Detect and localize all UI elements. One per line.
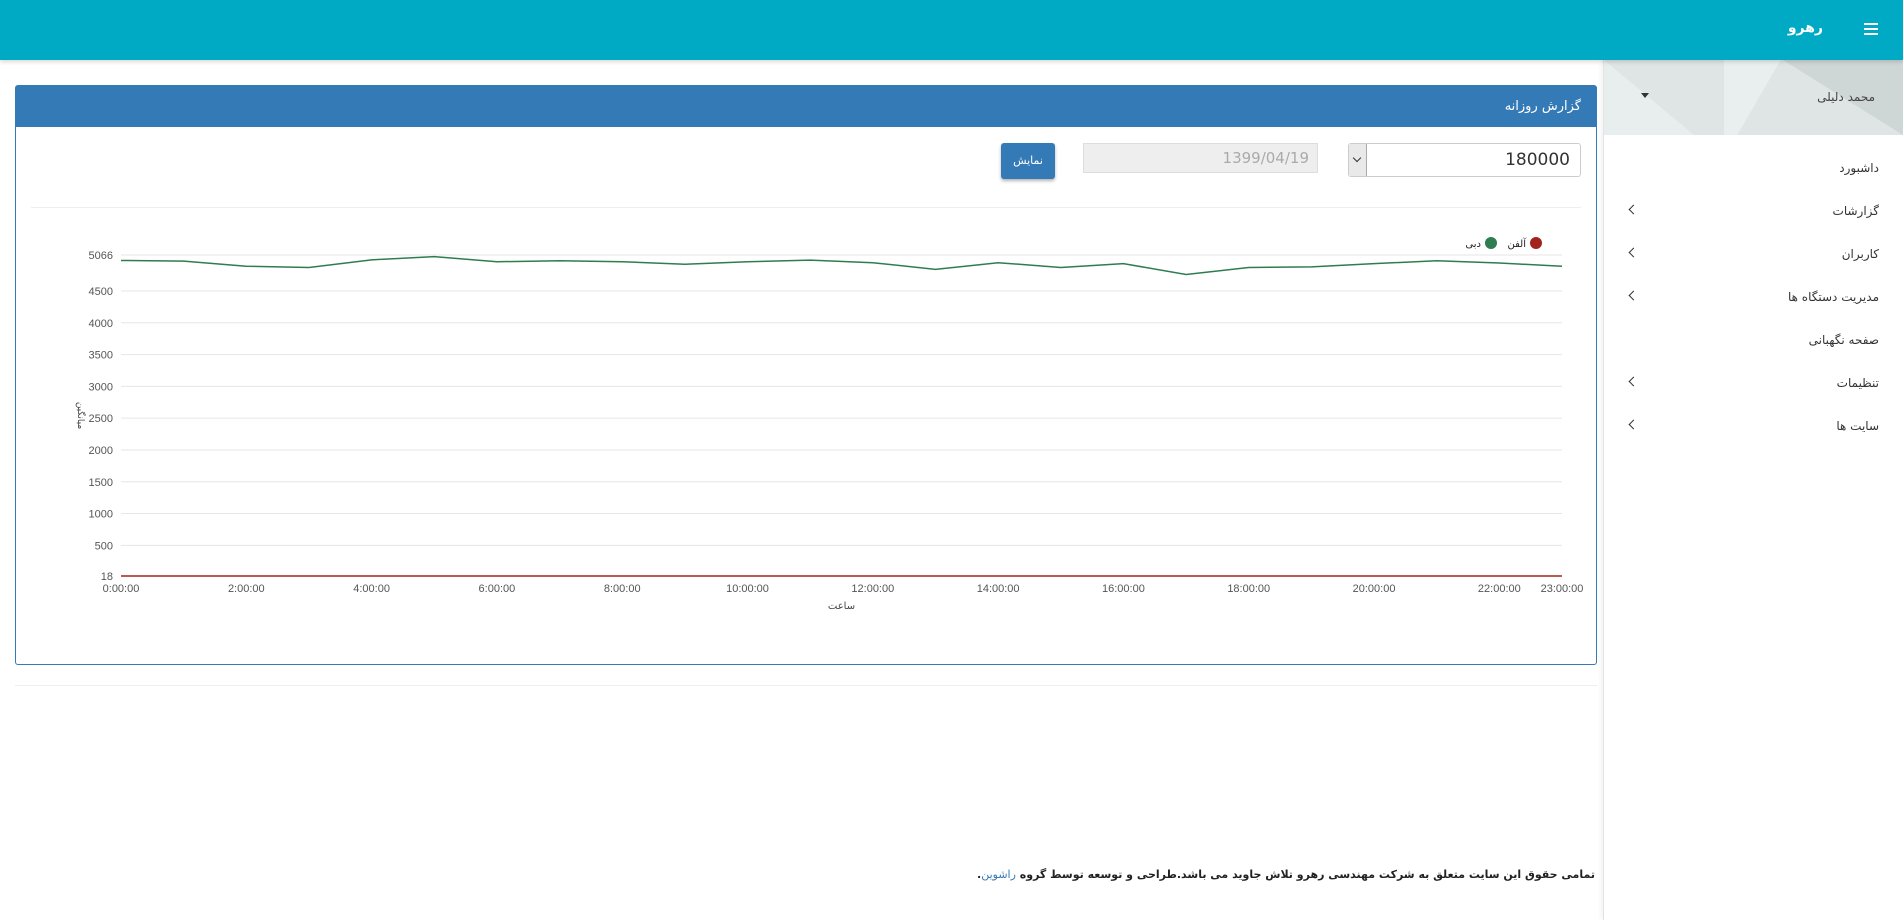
divider bbox=[15, 685, 1597, 686]
x-tick-label: 0:00:00 bbox=[103, 583, 140, 595]
sidebar-item[interactable]: کاربران bbox=[1604, 233, 1903, 276]
interval-select-value: 180000 bbox=[1505, 150, 1570, 170]
sidebar-item-label: تنظیمات bbox=[1836, 376, 1879, 390]
sidebar-item[interactable]: مدیریت دستگاه ها bbox=[1604, 276, 1903, 319]
series-line bbox=[120, 255, 1563, 276]
sidebar-item[interactable]: داشبورد bbox=[1604, 147, 1903, 190]
footer-link[interactable]: راشوین bbox=[981, 868, 1016, 881]
caret-down-icon[interactable] bbox=[1641, 93, 1649, 98]
chevron-left-icon[interactable] bbox=[1628, 204, 1639, 215]
y-tick-label: 2000 bbox=[89, 445, 113, 457]
line-chart: 18 500 1000 1500 2000 2500 3000 3500 4000 4500 506… bbox=[75, 237, 1584, 612]
sidebar-item-label: صفحه نگهبانی bbox=[1808, 333, 1879, 347]
legend-marker bbox=[1530, 237, 1542, 249]
y-axis-title: میانگین bbox=[75, 402, 87, 430]
y-tick-label: 4000 bbox=[89, 318, 113, 330]
x-tick-label: 23:00:00 bbox=[1541, 583, 1584, 595]
x-tick-label: 2:00:00 bbox=[228, 583, 265, 595]
daily-report-panel: گزارش روزانه 180000 1399/04/19 نمایش 18 5… bbox=[15, 85, 1597, 665]
legend-marker bbox=[1485, 237, 1497, 249]
date-field[interactable]: 1399/04/19 bbox=[1083, 143, 1318, 173]
x-tick-label: 12:00:00 bbox=[851, 583, 894, 595]
sidebar-item-label: داشبورد bbox=[1839, 161, 1879, 175]
sidebar-item-label: سایت ها bbox=[1836, 419, 1879, 433]
chevron-down-icon[interactable] bbox=[1349, 144, 1367, 176]
sidebar: محمد دلیلی داشبورد گزارشات کاربران مدیریت د… bbox=[1603, 60, 1903, 920]
sidebar-item-label: گزارشات bbox=[1832, 204, 1879, 218]
y-tick-label: 500 bbox=[95, 540, 113, 552]
y-tick-label: 3500 bbox=[89, 350, 113, 362]
panel-title: گزارش روزانه bbox=[16, 86, 1596, 127]
x-axis-title: ساعت bbox=[828, 601, 855, 612]
sidebar-item[interactable]: سایت ها bbox=[1604, 405, 1903, 448]
legend-label: دبی bbox=[1465, 239, 1481, 250]
footer: تمامی حقوق این سایت متعلق به شرکت مهندسی… bbox=[15, 868, 1595, 881]
show-button[interactable]: نمایش bbox=[1001, 143, 1055, 179]
sidebar-nav: داشبورد گزارشات کاربران مدیریت دستگاه ها صفح… bbox=[1604, 147, 1903, 448]
x-tick-label: 22:00:00 bbox=[1478, 583, 1521, 595]
sidebar-item[interactable]: گزارشات bbox=[1604, 190, 1903, 233]
x-tick-label: 6:00:00 bbox=[479, 583, 516, 595]
x-tick-label: 20:00:00 bbox=[1353, 583, 1396, 595]
y-tick-label: 3000 bbox=[89, 381, 113, 393]
user-panel: محمد دلیلی bbox=[1604, 60, 1903, 135]
footer-text: تمامی حقوق این سایت متعلق به شرکت مهندسی… bbox=[1019, 868, 1595, 881]
y-tick-label: 1000 bbox=[89, 509, 113, 521]
x-tick-label: 4:00:00 bbox=[353, 583, 390, 595]
x-tick-label: 14:00:00 bbox=[977, 583, 1020, 595]
y-tick-label: 18 bbox=[101, 571, 113, 583]
brand-title[interactable]: رهرو bbox=[1788, 20, 1823, 36]
hamburger-menu-icon[interactable] bbox=[1861, 20, 1881, 38]
y-tick-label: 1500 bbox=[89, 477, 113, 489]
chevron-left-icon[interactable] bbox=[1628, 290, 1639, 301]
sidebar-item-label: کاربران bbox=[1841, 247, 1879, 261]
sidebar-item-label: مدیریت دستگاه ها bbox=[1787, 290, 1879, 304]
x-tick-label: 10:00:00 bbox=[726, 583, 769, 595]
x-tick-label: 8:00:00 bbox=[604, 583, 641, 595]
chevron-left-icon[interactable] bbox=[1628, 376, 1639, 387]
user-name[interactable]: محمد دلیلی bbox=[1817, 90, 1875, 104]
x-tick-label: 16:00:00 bbox=[1102, 583, 1145, 595]
sidebar-item[interactable]: تنظیمات bbox=[1604, 362, 1903, 405]
chevron-left-icon[interactable] bbox=[1628, 247, 1639, 258]
x-tick-label: 18:00:00 bbox=[1227, 583, 1270, 595]
interval-select[interactable]: 180000 bbox=[1348, 143, 1581, 177]
divider bbox=[31, 207, 1581, 208]
sidebar-item[interactable]: صفحه نگهبانی bbox=[1604, 319, 1903, 362]
legend-label: آلفن bbox=[1508, 237, 1528, 250]
chevron-left-icon[interactable] bbox=[1628, 419, 1639, 430]
y-tick-label: 5066 bbox=[89, 250, 113, 262]
y-tick-label: 2500 bbox=[89, 413, 113, 425]
top-navbar: رهرو bbox=[0, 0, 1903, 60]
y-tick-label: 4500 bbox=[89, 286, 113, 298]
